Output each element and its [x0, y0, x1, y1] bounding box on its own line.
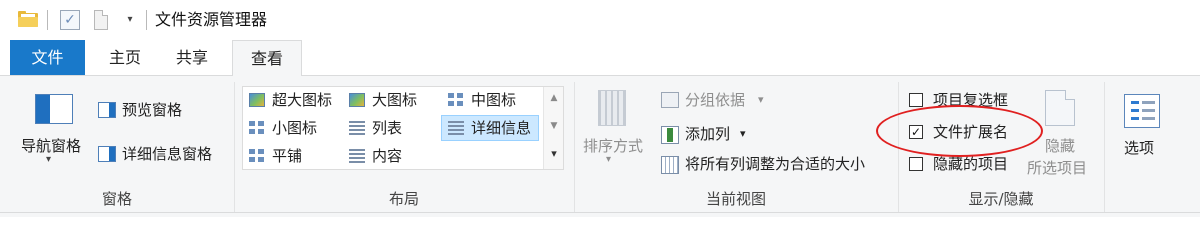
size-all-columns-icon — [661, 156, 679, 174]
scroll-up-icon[interactable]: ▲ — [544, 89, 564, 107]
tab-home[interactable]: 主页 — [98, 40, 152, 75]
group-separator — [1104, 82, 1105, 212]
sort-by-chevron-icon[interactable]: ▾ — [606, 150, 611, 170]
layout-gallery-scrollbar: ▲ ▼ ▾ — [543, 87, 563, 169]
tiles-icon — [249, 149, 265, 163]
add-columns-icon — [661, 126, 679, 144]
customize-quick-access-chevron-icon[interactable]: ▾ — [122, 9, 138, 31]
size-all-columns-button[interactable]: 将所有列调整为合适的大小 — [685, 154, 865, 174]
options-button[interactable]: 选项 — [1124, 138, 1154, 158]
annotation-circle — [876, 105, 1043, 157]
navigation-pane-chevron-icon[interactable]: ▾ — [46, 150, 51, 170]
layout-large-icons[interactable]: 大图标 — [372, 90, 417, 110]
details-icon — [448, 121, 464, 135]
scroll-down-icon[interactable]: ▼ — [544, 117, 564, 135]
content-icon — [349, 149, 365, 163]
layout-medium-icons[interactable]: 中图标 — [471, 90, 516, 110]
window-title: 文件资源管理器 — [155, 10, 268, 29]
tab-file[interactable]: 文件 — [10, 40, 85, 75]
group-by-button[interactable]: 分组依据 — [685, 90, 745, 110]
extra-large-icons-icon — [249, 93, 265, 107]
ribbon-bottom-border — [0, 212, 1200, 213]
hide-selected-items-button[interactable]: 隐藏 — [1045, 136, 1075, 156]
group-label-show-hide: 显示/隐藏 — [968, 190, 1034, 208]
layout-content[interactable]: 内容 — [372, 146, 402, 166]
expand-gallery-icon[interactable]: ▾ — [544, 145, 564, 163]
hidden-items-checkbox[interactable] — [909, 157, 923, 171]
group-label-current-view: 当前视图 — [705, 190, 766, 208]
new-folder-icon[interactable] — [94, 10, 108, 30]
preview-pane-icon — [98, 102, 116, 118]
navigation-pane-icon[interactable] — [35, 94, 73, 124]
details-pane-icon — [98, 146, 116, 162]
add-columns-button[interactable]: 添加列 — [685, 124, 730, 144]
group-label-panes: 窗格 — [101, 190, 132, 208]
medium-icons-icon — [448, 93, 464, 107]
preview-pane-button[interactable]: 预览窗格 — [122, 100, 182, 120]
tab-share[interactable]: 共享 — [165, 40, 219, 75]
layout-tiles[interactable]: 平铺 — [272, 146, 302, 166]
ribbon-tab-row: 文件 主页 共享 查看 — [0, 40, 1200, 76]
list-icon — [349, 121, 365, 135]
title-separator — [146, 10, 147, 30]
group-label-layout: 布局 — [388, 190, 419, 208]
group-by-icon — [661, 92, 679, 108]
layout-details[interactable]: 详细信息 — [471, 118, 531, 138]
group-by-chevron-icon[interactable]: ▾ — [758, 90, 764, 110]
title-bar: ✓ ▾ 文件资源管理器 — [0, 0, 1200, 40]
small-icons-icon — [249, 121, 265, 135]
sort-by-icon — [598, 90, 626, 126]
folder-icon[interactable] — [18, 11, 38, 27]
item-checkboxes-checkbox[interactable] — [909, 93, 923, 107]
hide-selected-items-button-line2[interactable]: 所选项目 — [1027, 158, 1087, 178]
hide-selected-items-icon — [1045, 90, 1075, 126]
properties-icon[interactable]: ✓ — [60, 10, 80, 30]
details-pane-button[interactable]: 详细信息窗格 — [122, 144, 212, 164]
layout-list[interactable]: 列表 — [372, 118, 402, 138]
options-icon[interactable] — [1124, 94, 1160, 128]
large-icons-icon — [349, 93, 365, 107]
sort-by-button[interactable]: 排序方式 — [583, 136, 643, 156]
layout-small-icons[interactable]: 小图标 — [272, 118, 317, 138]
hidden-items-label[interactable]: 隐藏的项目 — [933, 154, 1008, 174]
quick-access-separator — [47, 10, 48, 30]
tab-view[interactable]: 查看 — [232, 40, 302, 76]
add-columns-chevron-icon[interactable]: ▾ — [740, 124, 746, 144]
layout-extra-large-icons[interactable]: 超大图标 — [272, 90, 332, 110]
